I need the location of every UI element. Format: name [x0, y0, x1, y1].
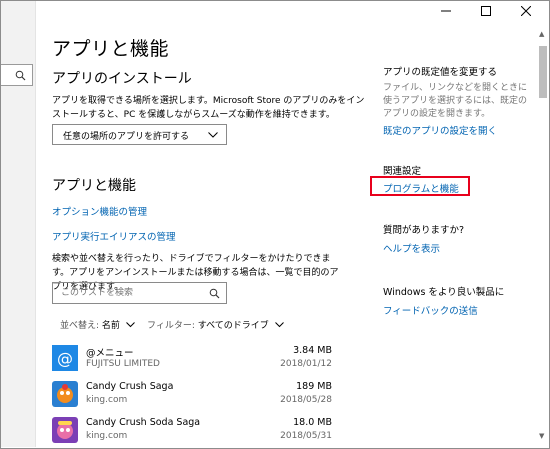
question-heading: 質問がありますか? — [383, 225, 465, 236]
install-source-dropdown[interactable]: 任意の場所のアプリを許可する — [52, 124, 227, 145]
app-publisher: king.com — [86, 395, 128, 405]
search-icon — [209, 288, 220, 299]
install-description: アプリを取得できる場所を選択します。Microsoft Store のアプリのみ… — [52, 96, 365, 120]
filter-control[interactable]: フィルター: すべてのドライブ — [147, 318, 284, 331]
default-apps-link[interactable]: 既定のアプリの設定を開く — [383, 123, 497, 137]
scroll-thumb[interactable] — [539, 46, 547, 98]
app-search-box[interactable] — [52, 282, 227, 304]
sort-control[interactable]: 並べ替え: 名前 — [60, 318, 135, 331]
candy-crush-soda-icon — [52, 417, 78, 443]
feedback-link[interactable]: フィードバックの送信 — [383, 303, 478, 317]
page-title: アプリと機能 — [52, 38, 170, 60]
app-date: 2018/05/31 — [280, 431, 332, 441]
list-item[interactable]: Candy Crush Saga king.com 189 MB 2018/05… — [52, 381, 332, 413]
chevron-down-icon — [274, 322, 284, 328]
candy-crush-icon — [52, 381, 78, 407]
help-link[interactable]: ヘルプを表示 — [383, 241, 440, 255]
sort-label: 並べ替え: — [60, 321, 100, 331]
list-item[interactable]: @ @メニュー FUJITSU LIMITED 3.84 MB 2018/01/… — [52, 345, 332, 377]
app-name: Candy Crush Soda Saga — [86, 417, 201, 428]
apps-heading: アプリと機能 — [52, 178, 136, 194]
feedback-heading: Windows をより良い製品に — [383, 287, 505, 298]
filter-value: すべてのドライブ — [197, 321, 269, 331]
minimize-button[interactable] — [426, 0, 466, 22]
app-size: 3.84 MB — [293, 345, 332, 356]
app-name: @メニュー — [86, 348, 134, 359]
minimize-icon — [441, 10, 451, 12]
close-icon — [521, 6, 531, 16]
sort-value: 名前 — [101, 321, 120, 331]
navigation-pane — [1, 1, 36, 447]
menu-app-icon: @ — [52, 345, 78, 371]
filter-label: フィルター: — [147, 321, 195, 331]
optional-features-link[interactable]: オプション機能の管理 — [52, 204, 147, 218]
install-heading: アプリのインストール — [52, 71, 192, 87]
app-search-input[interactable] — [53, 283, 211, 303]
svg-text:@: @ — [57, 349, 73, 368]
settings-search-box[interactable] — [1, 64, 33, 86]
app-publisher: FUJITSU LIMITED — [86, 359, 160, 369]
scrollbar[interactable]: ▲ ▼ — [538, 28, 548, 447]
app-date: 2018/01/12 — [280, 359, 332, 369]
chevron-down-icon — [125, 322, 135, 328]
app-size: 18.0 MB — [293, 417, 332, 428]
app-date: 2018/05/28 — [280, 395, 332, 405]
defaults-description: ファイル、リンクなどを開くときに使うアプリを選択するには、既定のアプリの設定を開… — [383, 83, 528, 119]
app-alias-link[interactable]: アプリ実行エイリアスの管理 — [52, 229, 176, 243]
dropdown-value: 任意の場所のアプリを許可する — [63, 132, 190, 142]
scroll-down-icon[interactable]: ▼ — [539, 432, 544, 440]
chevron-down-icon — [208, 132, 218, 138]
close-button[interactable] — [506, 0, 546, 22]
defaults-heading: アプリの既定値を変更する — [383, 67, 498, 78]
app-publisher: king.com — [86, 431, 128, 441]
list-item[interactable]: Candy Crush Soda Saga king.com 18.0 MB 2… — [52, 417, 332, 449]
maximize-icon — [481, 6, 491, 16]
app-name: Candy Crush Saga — [86, 381, 174, 392]
related-settings-heading: 関連設定 — [383, 166, 422, 177]
programs-and-features-link[interactable]: プログラムと機能 — [383, 181, 459, 195]
maximize-button[interactable] — [466, 0, 506, 22]
search-icon — [15, 70, 26, 81]
scroll-up-icon[interactable]: ▲ — [539, 30, 544, 38]
app-size: 189 MB — [296, 381, 332, 392]
